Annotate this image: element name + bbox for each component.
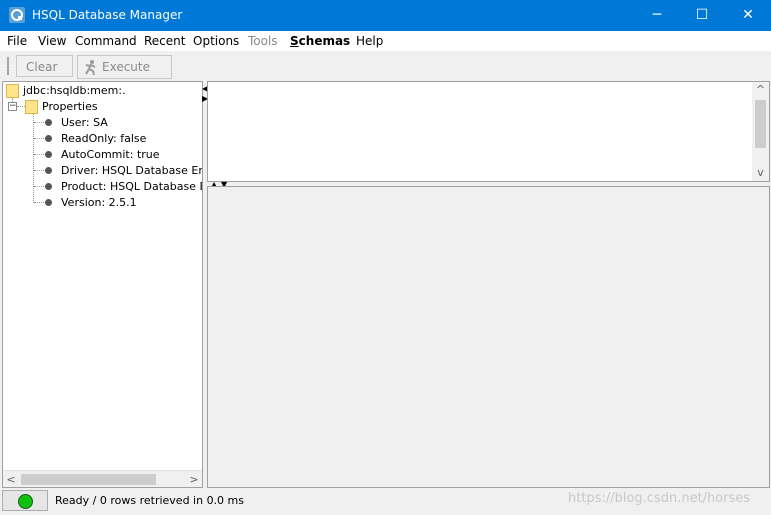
status-text: Ready / 0 rows retrieved in 0.0 ms [55,494,245,507]
scroll-right-icon[interactable]: > [186,471,202,487]
tree-connector [34,138,44,139]
scroll-left-icon[interactable]: < [3,471,19,487]
tree-item-product[interactable]: Product: HSQL Database Engine [61,180,202,193]
sql-input-area[interactable]: ^ v [207,81,770,182]
tree-connector [34,122,44,123]
tree-properties[interactable]: Properties [42,100,98,113]
properties-folder-icon [25,100,38,114]
status-bar: Ready / 0 rows retrieved in 0.0 ms https… [0,488,771,515]
execute-sql-button[interactable]: Execute SQL [77,55,172,96]
sql-scroll-thumb[interactable] [755,100,766,148]
menu-schemas[interactable]: Schemas [290,34,350,48]
status-indicator-button[interactable] [2,490,48,511]
tree-connector [34,202,44,203]
property-bullet-icon [45,199,52,206]
sql-vertical-scrollbar[interactable]: ^ v [752,82,769,181]
collapse-icon[interactable]: − [8,102,17,111]
property-bullet-icon [45,119,52,126]
property-bullet-icon [45,151,52,158]
tree-item-user[interactable]: User: SA [61,116,108,129]
tree-item-readonly[interactable]: ReadOnly: false [61,132,146,145]
maximize-button[interactable]: ☐ [679,0,725,31]
close-button[interactable]: ✕ [725,0,771,31]
status-led-icon [18,494,33,509]
property-bullet-icon [45,167,52,174]
execute-icon [85,60,96,75]
toolbar-grip[interactable] [7,57,9,75]
app-window: HSQL Database Manager ─ ☐ ✕ File View Co… [0,0,771,515]
property-bullet-icon [45,183,52,190]
tree-connector [17,106,25,107]
menu-tools[interactable]: Tools [248,34,278,48]
minimize-button[interactable]: ─ [634,0,680,31]
tree-connector [34,186,44,187]
menu-command[interactable]: Command [75,34,137,48]
result-panel[interactable] [207,186,770,488]
tree-root[interactable]: jdbc:hsqldb:mem:. [23,84,126,97]
app-icon [9,7,25,23]
menu-bar: File View Command Recent Options Tools S… [0,31,771,51]
menu-view[interactable]: View [38,34,66,48]
tree-connector [33,112,34,203]
menu-help[interactable]: Help [356,34,383,48]
watermark: https://blog.csdn.net/horses [568,491,751,506]
menu-recent[interactable]: Recent [144,34,185,48]
scroll-up-icon[interactable]: ^ [752,82,769,98]
tree-horizontal-scrollbar[interactable]: < > [3,470,202,487]
scroll-down-icon[interactable]: v [752,165,769,181]
property-bullet-icon [45,135,52,142]
menu-options[interactable]: Options [193,34,239,48]
tree-connector [34,170,44,171]
title-bar[interactable]: HSQL Database Manager ─ ☐ ✕ [0,0,771,31]
toolbar: Clear ... Execute SQL [0,53,771,96]
clear-button[interactable]: Clear ... [16,55,73,96]
window-title: HSQL Database Manager [32,8,183,22]
root-folder-icon [6,84,19,98]
tree-connector [34,154,44,155]
schema-tree[interactable]: jdbc:hsqldb:mem:. − Properties User: SA … [2,81,203,488]
tree-item-autocommit[interactable]: AutoCommit: true [61,148,160,161]
tree-item-version[interactable]: Version: 2.5.1 [61,196,137,209]
tree-scroll-thumb[interactable] [21,474,156,485]
menu-file[interactable]: File [7,34,27,48]
tree-item-driver[interactable]: Driver: HSQL Database Engine Driver [61,164,202,177]
